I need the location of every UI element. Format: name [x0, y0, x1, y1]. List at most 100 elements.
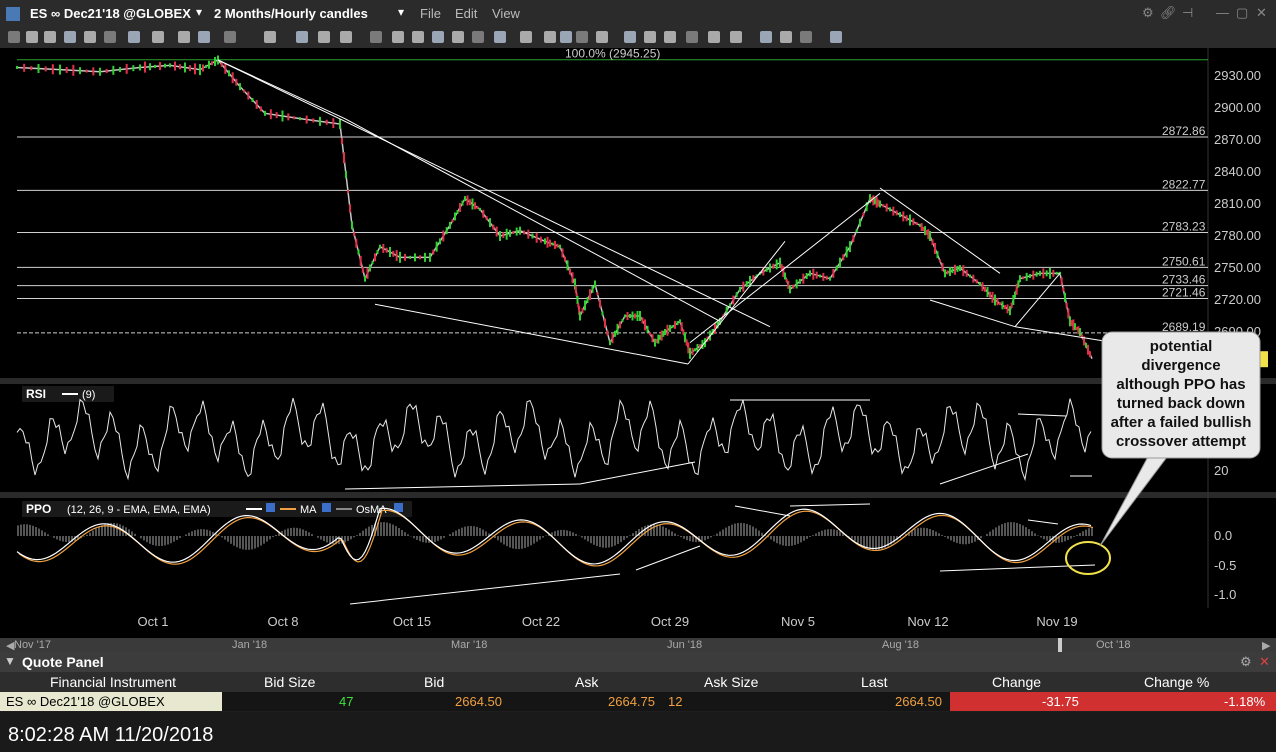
price-chart[interactable]: 2930.00 2900.00 2870.00 2840.00 2810.00 2780.…	[0, 48, 1276, 638]
trend-line[interactable]	[1014, 326, 1109, 343]
ppo-trend-line[interactable]	[635, 545, 701, 571]
gear-icon[interactable]: ⚙	[1142, 5, 1154, 21]
toolbar-tool-icon[interactable]	[370, 31, 382, 43]
menu-view[interactable]: View	[492, 6, 520, 21]
col-header[interactable]: Ask Size	[704, 674, 758, 690]
ppo-trend-line[interactable]	[1027, 519, 1059, 525]
toolbar-tool-icon[interactable]	[472, 31, 484, 43]
toolbar-tool-icon[interactable]	[152, 31, 164, 43]
chevron-down-icon[interactable]: ▾	[398, 5, 404, 19]
rsi-trend-line[interactable]	[939, 453, 1029, 485]
ppo-trend-line[interactable]	[349, 573, 621, 605]
chevron-down-icon[interactable]: ▾	[196, 5, 202, 19]
trend-line[interactable]	[687, 241, 786, 365]
col-header[interactable]: Ask	[575, 674, 598, 690]
toolbar-tool-icon[interactable]	[494, 31, 506, 43]
toolbar-tool-icon[interactable]	[340, 31, 352, 43]
col-header[interactable]: Financial Instrument	[50, 674, 176, 690]
chart-area[interactable]: 2930.00 2900.00 2870.00 2840.00 2810.00 2780.…	[0, 48, 1276, 638]
toolbar-tool-icon[interactable]	[560, 31, 572, 43]
rsi-trend-line[interactable]	[1017, 413, 1067, 417]
toolbar-tool-icon[interactable]	[264, 31, 276, 43]
toolbar-tool-icon[interactable]	[708, 31, 720, 43]
menu-edit[interactable]: Edit	[455, 6, 477, 21]
toolbar-tool-icon[interactable]	[432, 31, 444, 43]
toolbar-tool-icon[interactable]	[686, 31, 698, 43]
toolbar-tool-icon[interactable]	[452, 31, 464, 43]
toolbar-tool-icon[interactable]	[128, 31, 140, 43]
rsi-trend-line[interactable]	[579, 461, 696, 485]
ppo-trend-line[interactable]	[734, 505, 791, 517]
link-icon[interactable]: 🔗︎	[1160, 5, 1177, 21]
instrument-cell[interactable]: ES ∞ Dec21'18 @GLOBEX	[6, 694, 165, 709]
trend-line[interactable]	[374, 303, 689, 365]
quote-row[interactable]: ES ∞ Dec21'18 @GLOBEX 47 2664.50 2664.75…	[0, 692, 1276, 711]
time-navigator[interactable]: ◀ Nov '17 Jan '18 Mar '18 Jun '18 Aug '1…	[0, 638, 1276, 652]
toolbar-tool-icon[interactable]	[8, 31, 20, 43]
toolbar-tool-icon[interactable]	[830, 31, 842, 43]
ma-checkbox[interactable]	[322, 503, 331, 512]
toolbar-tool-icon[interactable]	[178, 31, 190, 43]
scroll-right-icon[interactable]: ▶	[1262, 639, 1270, 652]
ppo-trend-line[interactable]	[789, 503, 871, 507]
toolbar-tool-icon[interactable]	[576, 31, 588, 43]
toolbar-tool-icon[interactable]	[730, 31, 742, 43]
trend-line[interactable]	[689, 192, 881, 344]
col-header[interactable]: Bid	[424, 674, 444, 690]
candle	[551, 242, 554, 246]
toolbar-tool-icon[interactable]	[26, 31, 38, 43]
toolbar-tool-icon[interactable]	[624, 31, 636, 43]
maximize-icon[interactable]: ▢	[1236, 5, 1248, 21]
toolbar-tool-icon[interactable]	[664, 31, 676, 43]
ma-series[interactable]	[18, 509, 1094, 567]
candle	[429, 252, 431, 262]
toolbar-tool-icon[interactable]	[800, 31, 812, 43]
timeframe-dropdown[interactable]: 2 Months/Hourly candles	[214, 6, 368, 21]
minimize-icon[interactable]: —	[1216, 5, 1229, 20]
trend-line[interactable]	[1014, 273, 1061, 327]
toolbar-tool-icon[interactable]	[760, 31, 772, 43]
ppo-checkbox[interactable]	[266, 503, 275, 512]
toolbar-tool-icon[interactable]	[520, 31, 532, 43]
toolbar-tool-icon[interactable]	[198, 31, 210, 43]
toolbar-tool-icon[interactable]	[64, 31, 76, 43]
panel-separator[interactable]	[0, 492, 1276, 498]
osma-bar	[509, 536, 511, 548]
osma-bar	[812, 535, 814, 536]
toolbar-tool-icon[interactable]	[44, 31, 56, 43]
osma-bar	[629, 535, 631, 536]
col-header[interactable]: Change %	[1144, 674, 1209, 690]
col-header[interactable]: Last	[861, 674, 887, 690]
trend-line[interactable]	[217, 59, 771, 328]
toolbar-tool-icon[interactable]	[644, 31, 656, 43]
trend-line[interactable]	[344, 118, 721, 322]
osma-bar	[230, 536, 232, 544]
collapse-icon[interactable]: ▼	[4, 654, 16, 668]
gear-icon[interactable]: ⚙	[1240, 654, 1252, 670]
toolbar-tool-icon[interactable]	[544, 31, 556, 43]
menu-file[interactable]: File	[420, 6, 441, 21]
toolbar-tool-icon[interactable]	[224, 31, 236, 43]
toolbar-tool-icon[interactable]	[412, 31, 424, 43]
rsi-series[interactable]	[16, 397, 1092, 482]
candle	[915, 222, 918, 226]
scroll-thumb[interactable]	[1058, 638, 1062, 652]
toolbar-tool-icon[interactable]	[318, 31, 330, 43]
toolbar-tool-icon[interactable]	[780, 31, 792, 43]
rsi-trend-line[interactable]	[344, 483, 581, 490]
col-header[interactable]: Bid Size	[264, 674, 315, 690]
osma-bar	[158, 536, 160, 547]
toolbar-tool-icon[interactable]	[596, 31, 608, 43]
close-icon[interactable]: ✕	[1259, 654, 1270, 670]
col-header[interactable]: Change	[992, 674, 1041, 690]
panel-separator[interactable]	[0, 378, 1276, 384]
toolbar-tool-icon[interactable]	[296, 31, 308, 43]
symbol-dropdown[interactable]: ES ∞ Dec21'18 @GLOBEX	[30, 6, 191, 21]
toolbar-tool-icon[interactable]	[392, 31, 404, 43]
price-series[interactable]	[16, 59, 1093, 359]
close-icon[interactable]: ✕	[1256, 5, 1267, 21]
osma-bar	[89, 532, 91, 536]
toolbar-tool-icon[interactable]	[104, 31, 116, 43]
pin-icon[interactable]: ⊣	[1182, 5, 1193, 21]
toolbar-tool-icon[interactable]	[84, 31, 96, 43]
